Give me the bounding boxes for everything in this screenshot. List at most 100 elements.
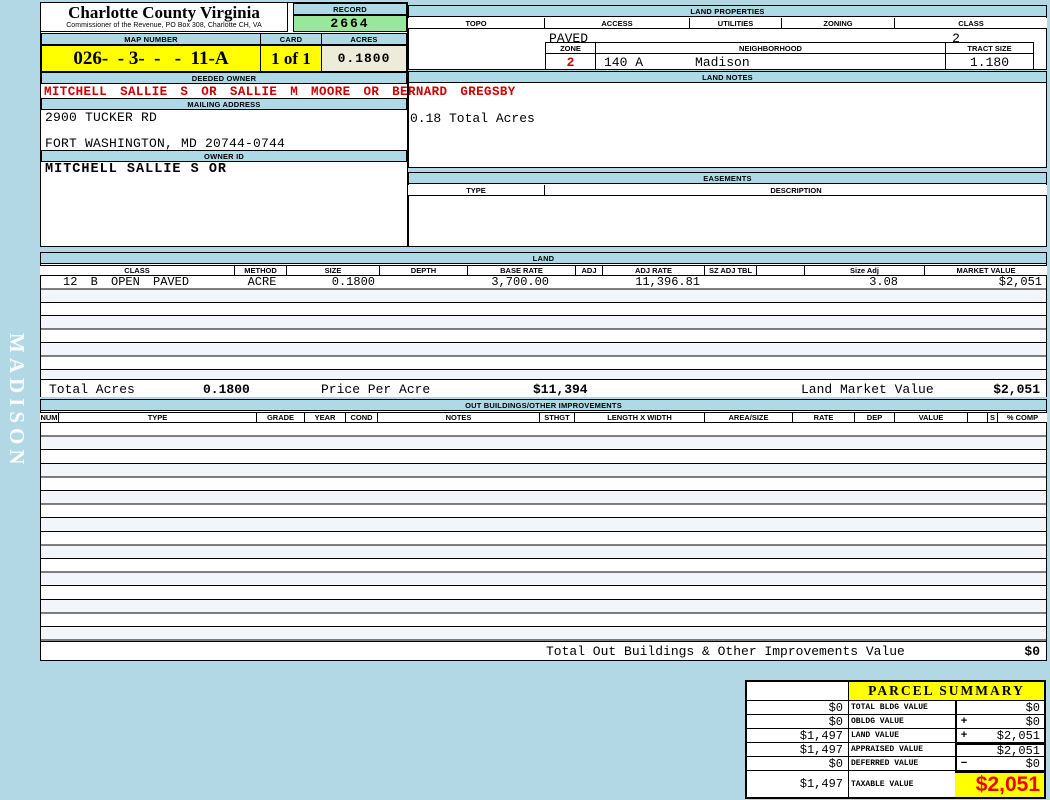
mailing-address-line2: FORT WASHINGTON, MD 20744-0744 xyxy=(45,136,285,151)
cell-size: 0.1800 xyxy=(288,275,381,289)
total-bldg-value: $0 xyxy=(971,701,1044,715)
column-dep: DEP xyxy=(855,413,895,422)
land-table-rows: 12 B OPEN PAVED ACRE 0.1800 3,700.00 11,… xyxy=(41,276,1046,379)
taxable-value: $2,051 xyxy=(955,771,1044,797)
column-size: SIZE xyxy=(287,266,380,275)
card-label: CARD xyxy=(260,33,322,45)
zone-value: 2 xyxy=(545,54,595,70)
card-value: 1 of 1 xyxy=(260,45,322,72)
column-value: VALUE xyxy=(895,413,968,422)
column-year: YEAR xyxy=(305,413,346,422)
column-pct-comp: % COMP xyxy=(998,413,1047,422)
neighborhood-label: NEIGHBORHOOD xyxy=(596,43,946,53)
column-method: METHOD xyxy=(235,266,287,275)
column-blank xyxy=(968,413,988,422)
map-number-value: 026- - 3- - - 11-A xyxy=(41,45,261,72)
appraised-value: $2,051 xyxy=(971,743,1044,757)
deeded-owner-value: MITCHELL SALLIE S OR SALLIE M MOORE OR B… xyxy=(44,85,516,99)
prior-deferred-value: $0 xyxy=(747,757,849,771)
district-vertical-label: MADISON xyxy=(4,333,29,470)
owner-id-value: MITCHELL SALLIE S OR xyxy=(45,162,227,177)
land-properties-header-row: TOPO ACCESS UTILITIES ZONING CLASS xyxy=(408,18,1047,29)
county-header: Charlotte County Virginia Commissioner o… xyxy=(41,3,288,32)
land-table-title: LAND xyxy=(40,252,1047,264)
prior-obldg-value: $0 xyxy=(747,715,849,729)
easements-title: EASEMENTS xyxy=(408,172,1047,184)
neighborhood-code: 140 A xyxy=(604,55,643,70)
column-cond: COND xyxy=(346,413,378,422)
neighborhood-name: Madison xyxy=(695,55,750,70)
column-notes: NOTES xyxy=(378,413,540,422)
parcel-summary: PARCEL SUMMARY $0 TOTAL BLDG VALUE $0 $0… xyxy=(745,680,1046,799)
appraised-value-label: APPRAISED VALUE xyxy=(849,743,955,757)
column-area-size: AREA/SIZE xyxy=(705,413,793,422)
column-adj: ADJ xyxy=(576,266,603,275)
column-size-adj: Size Adj xyxy=(805,266,925,275)
deferred-value: $0 xyxy=(971,757,1044,771)
column-zoning: ZONING xyxy=(782,18,895,28)
easements-section: EASEMENTS TYPE DESCRIPTION xyxy=(408,172,1047,247)
land-market-value-label: Land Market Value xyxy=(801,382,934,397)
cell-method: ACRE xyxy=(236,275,288,289)
deeded-owner-label: DEEDED OWNER xyxy=(41,72,407,84)
out-buildings-total-label: Total Out Buildings & Other Improvements… xyxy=(546,644,905,659)
price-per-acre-label: Price Per Acre xyxy=(321,382,430,397)
cell-base-rate: 3,700.00 xyxy=(469,275,577,289)
column-s: S xyxy=(988,413,998,422)
out-buildings-total-value: $0 xyxy=(1024,644,1040,659)
obldg-value-label: OBLDG VALUE xyxy=(849,715,955,729)
out-buildings-total-row: Total Out Buildings & Other Improvements… xyxy=(41,641,1046,660)
owner-section: Charlotte County Virginia Commissioner o… xyxy=(40,2,408,247)
county-subtitle: Commissioner of the Revenue, PO Box 308,… xyxy=(41,22,287,30)
column-blank xyxy=(757,266,805,275)
deferred-value-op: − xyxy=(955,757,971,771)
column-topo: TOPO xyxy=(408,18,545,28)
acres-value: 0.1800 xyxy=(321,45,407,72)
prior-total-bldg-value: $0 xyxy=(747,701,849,715)
property-record-card-page: MADISON Charlotte County Virginia Commis… xyxy=(0,0,1050,800)
column-type: TYPE xyxy=(59,413,257,422)
acres-label: ACRES xyxy=(321,33,407,45)
column-description: DESCRIPTION xyxy=(545,185,1047,195)
land-table-row: 12 B OPEN PAVED ACRE 0.1800 3,700.00 11,… xyxy=(41,276,1046,288)
neighborhood-value: 140 A Madison xyxy=(595,54,945,70)
total-bldg-value-label: TOTAL BLDG VALUE xyxy=(849,701,955,715)
obldg-value: $0 xyxy=(971,715,1044,729)
cell-market-value: $2,051 xyxy=(926,275,1046,289)
prior-taxable-value: $1,497 xyxy=(747,771,849,797)
land-value: $2,051 xyxy=(971,729,1044,743)
land-value-op: + xyxy=(955,729,971,743)
summary-header-prior-cell xyxy=(747,682,849,701)
cell-size-adj: 3.08 xyxy=(806,275,926,289)
easements-header-row: TYPE DESCRIPTION xyxy=(408,185,1047,196)
tract-size-value: 1.180 xyxy=(945,54,1034,70)
column-sthgt: STHGT xyxy=(540,413,575,422)
record-label: RECORD xyxy=(293,3,407,15)
column-num: NUM xyxy=(40,413,59,422)
zone-label: ZONE xyxy=(546,43,596,53)
column-length-width: LENGTH X WIDTH xyxy=(575,413,705,422)
column-market-value: MARKET VALUE xyxy=(925,266,1047,275)
obldg-value-op: + xyxy=(955,715,971,729)
total-bldg-value-op xyxy=(955,701,971,715)
column-class: CLASS xyxy=(895,18,1047,28)
deferred-value-label: DEFERRED VALUE xyxy=(849,757,955,771)
out-buildings-title: OUT BUILDINGS/OTHER IMPROVEMENTS xyxy=(40,399,1047,411)
county-title: Charlotte County Virginia xyxy=(41,4,287,22)
cell-adj-rate: 11,396.81 xyxy=(604,275,706,289)
owner-id-label: OWNER ID xyxy=(41,150,407,162)
zone-header-row: ZONE NEIGHBORHOOD TRACT SIZE xyxy=(545,42,1034,54)
land-notes-text: 0.18 Total Acres xyxy=(410,111,535,126)
out-buildings-section: OUT BUILDINGS/OTHER IMPROVEMENTS NUM TYP… xyxy=(40,399,1047,661)
zone-values-row: 2 140 A Madison 1.180 xyxy=(545,54,1034,70)
land-notes-title: LAND NOTES xyxy=(408,71,1047,83)
land-table-section: LAND CLASS METHOD SIZE DEPTH BASE RATE A… xyxy=(40,252,1047,397)
column-rate: RATE xyxy=(793,413,855,422)
total-acres-value: 0.1800 xyxy=(203,382,250,397)
tract-size-label: TRACT SIZE xyxy=(946,43,1033,53)
appraised-value-op xyxy=(955,743,971,757)
column-type: TYPE xyxy=(408,185,545,195)
cell-class: 12 B OPEN PAVED xyxy=(41,275,236,289)
land-properties-section: LAND PROPERTIES TOPO ACCESS UTILITIES ZO… xyxy=(408,5,1047,70)
land-market-value: $2,051 xyxy=(993,382,1040,397)
